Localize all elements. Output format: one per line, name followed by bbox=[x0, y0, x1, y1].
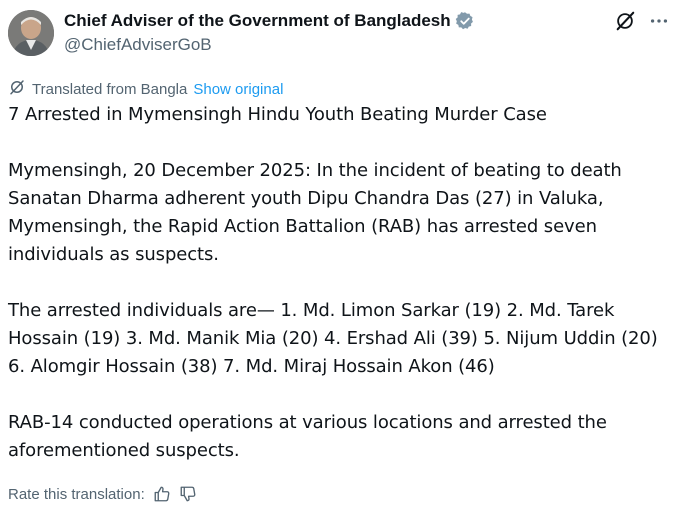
post: Chief Adviser of the Government of Bangl… bbox=[0, 0, 680, 520]
post-title: 7 Arrested in Mymensingh Hindu Youth Bea… bbox=[8, 104, 547, 125]
rate-translation-label: Rate this translation: bbox=[8, 485, 145, 503]
post-body: 7 Arrested in Mymensingh Hindu Youth Bea… bbox=[8, 101, 672, 493]
avatar-image bbox=[8, 10, 54, 56]
post-paragraph-2: The arrested individuals are— 1. Md. Lim… bbox=[8, 300, 658, 377]
header-actions bbox=[614, 10, 670, 32]
translated-from-label: Translated from Bangla bbox=[32, 80, 188, 98]
author-handle[interactable]: @ChiefAdviserGoB bbox=[64, 35, 212, 55]
more-icon[interactable] bbox=[648, 10, 670, 32]
grok-icon[interactable] bbox=[614, 10, 636, 32]
author-name-row: Chief Adviser of the Government of Bangl… bbox=[64, 11, 475, 31]
post-paragraph-1: Mymensingh, 20 December 2025: In the inc… bbox=[8, 160, 622, 265]
show-original-link[interactable]: Show original bbox=[193, 81, 283, 98]
thumbs-up-icon[interactable] bbox=[153, 485, 171, 503]
verified-badge-icon[interactable] bbox=[455, 11, 475, 31]
thumbs-down-icon[interactable] bbox=[179, 485, 197, 503]
rate-translation: Rate this translation: bbox=[8, 485, 197, 503]
translation-notice: Translated from Bangla Show original bbox=[8, 78, 283, 100]
post-paragraph-3: RAB-14 conducted operations at various l… bbox=[8, 412, 607, 461]
author-display-name[interactable]: Chief Adviser of the Government of Bangl… bbox=[64, 11, 451, 31]
translate-icon bbox=[8, 78, 26, 100]
avatar[interactable] bbox=[8, 10, 54, 56]
